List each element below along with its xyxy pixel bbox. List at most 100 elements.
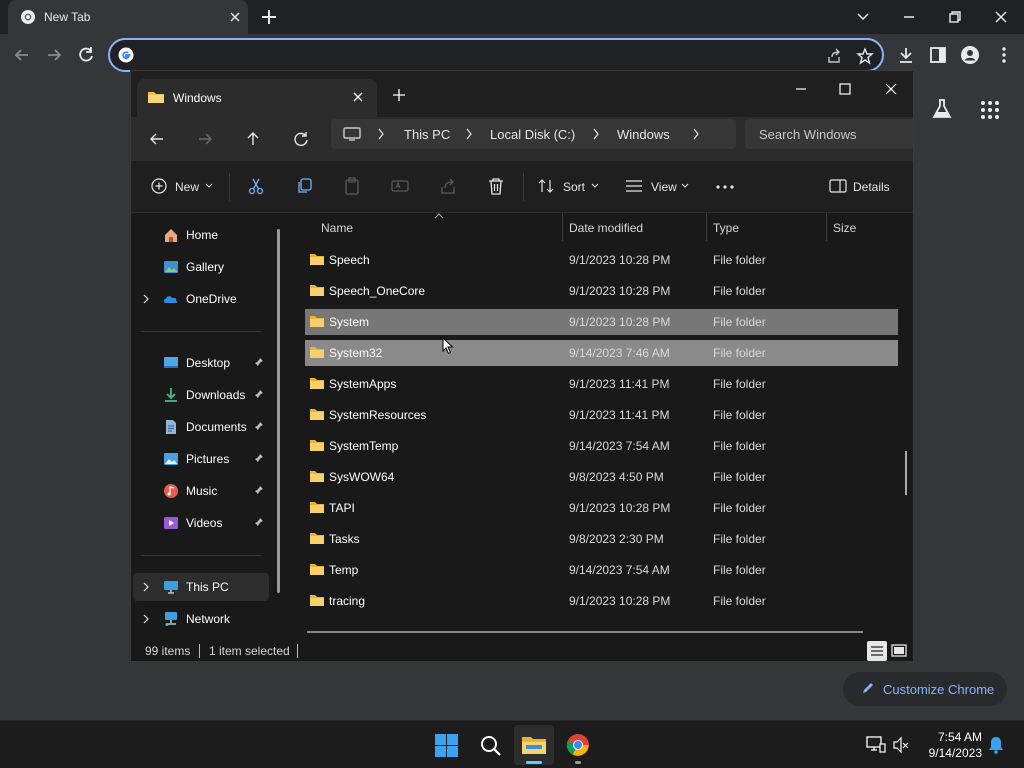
paste-icon[interactable]: [343, 177, 361, 197]
breadcrumb-local-disk[interactable]: Local Disk (C:): [490, 127, 575, 142]
tiles-view-icon[interactable]: [889, 641, 909, 661]
file-row[interactable]: Speech_OneCore 9/1/2023 10:28 PM File fold…: [305, 278, 898, 304]
details-button[interactable]: Details: [829, 177, 899, 197]
file-row[interactable]: SystemApps 9/1/2023 11:41 PM File folder: [305, 371, 898, 397]
download-icon[interactable]: [896, 45, 916, 65]
chevron-right-icon[interactable]: [142, 294, 150, 304]
column-header-name[interactable]: Name: [321, 221, 353, 235]
pin-icon[interactable]: [254, 485, 264, 495]
search-input[interactable]: Search Windows: [745, 119, 913, 149]
address-bar[interactable]: [108, 38, 884, 72]
customize-chrome-button[interactable]: Customize Chrome: [843, 672, 1007, 706]
close-tab-icon[interactable]: [226, 8, 244, 26]
nav-item-music[interactable]: Music: [133, 477, 269, 505]
column-header-size[interactable]: Size: [833, 221, 856, 235]
nav-item-downloads[interactable]: Downloads: [133, 381, 269, 409]
pin-icon[interactable]: [254, 453, 264, 463]
pin-icon[interactable]: [254, 517, 264, 527]
column-divider[interactable]: [562, 213, 563, 241]
nav-item-network[interactable]: Network: [133, 605, 269, 633]
file-row[interactable]: System 9/1/2023 10:28 PM File folder: [305, 309, 898, 335]
chevron-right-icon[interactable]: [592, 128, 600, 140]
close-window-icon[interactable]: [881, 79, 901, 99]
horizontal-scrollbar[interactable]: [307, 631, 863, 633]
new-tab-plus-icon[interactable]: [258, 6, 280, 28]
breadcrumb-windows[interactable]: Windows: [617, 127, 670, 142]
pin-icon[interactable]: [254, 389, 264, 399]
chevron-right-icon[interactable]: [142, 614, 150, 624]
taskbar-file-explorer[interactable]: [514, 725, 554, 765]
bookmark-star-icon[interactable]: [856, 47, 874, 65]
copy-icon[interactable]: [295, 177, 313, 197]
back-arrow-icon[interactable]: [147, 129, 167, 149]
file-row[interactable]: tracing 9/1/2023 10:28 PM File folder: [305, 588, 898, 614]
taskbar-chrome[interactable]: [558, 725, 598, 765]
close-tab-icon[interactable]: [351, 90, 365, 104]
column-header-type[interactable]: Type: [713, 221, 739, 235]
delete-trash-icon[interactable]: [487, 177, 505, 197]
chevron-right-icon[interactable]: [465, 128, 473, 140]
vertical-scrollbar[interactable]: [905, 451, 907, 495]
file-row[interactable]: SystemTemp 9/14/2023 7:54 AM File folder: [305, 433, 898, 459]
file-row[interactable]: Temp 9/14/2023 7:54 AM File folder: [305, 557, 898, 583]
sort-button[interactable]: Sort: [537, 177, 601, 197]
nav-item-this-pc[interactable]: This PC: [133, 573, 269, 601]
chrome-tab-new-tab[interactable]: New Tab: [8, 0, 248, 34]
explorer-tab-windows[interactable]: Windows: [137, 79, 377, 117]
nav-item-onedrive[interactable]: OneDrive: [133, 285, 269, 313]
forward-arrow-icon[interactable]: [44, 45, 64, 65]
share-icon[interactable]: [439, 177, 457, 197]
rename-icon[interactable]: [391, 177, 409, 197]
chevron-right-icon[interactable]: [377, 128, 385, 140]
nav-item-videos[interactable]: Videos: [133, 509, 269, 537]
new-button[interactable]: New: [151, 177, 215, 197]
labs-flask-icon[interactable]: [930, 97, 954, 121]
volume-muted-icon[interactable]: [892, 736, 910, 754]
taskbar-search-button[interactable]: [470, 725, 510, 765]
notification-bell-icon[interactable]: [988, 736, 1004, 754]
google-apps-grid-icon[interactable]: [980, 100, 1000, 120]
nav-item-desktop[interactable]: Desktop: [133, 349, 269, 377]
chevron-down-icon[interactable]: [852, 6, 874, 28]
file-row[interactable]: System32 9/14/2023 7:46 AM File folder: [305, 340, 898, 366]
share-icon[interactable]: [826, 48, 842, 64]
file-row[interactable]: Speech 9/1/2023 10:28 PM File folder: [305, 247, 898, 273]
minimize-icon[interactable]: [791, 79, 811, 99]
column-divider[interactable]: [826, 213, 827, 241]
system-clock[interactable]: 7:54 AM 9/14/2023: [922, 729, 982, 761]
refresh-icon[interactable]: [291, 129, 311, 149]
nav-item-home[interactable]: Home: [133, 221, 269, 249]
pin-icon[interactable]: [254, 421, 264, 431]
column-header-date[interactable]: Date modified: [569, 221, 643, 235]
breadcrumb-this-pc[interactable]: This PC: [404, 127, 450, 142]
column-divider[interactable]: [706, 213, 707, 241]
forward-arrow-icon[interactable]: [195, 129, 215, 149]
close-window-icon[interactable]: [990, 6, 1012, 28]
network-monitor-icon[interactable]: [866, 736, 886, 754]
nav-item-documents[interactable]: Documents: [133, 413, 269, 441]
details-view-icon[interactable]: [867, 641, 887, 661]
cut-scissors-icon[interactable]: [247, 177, 265, 197]
nav-item-pictures[interactable]: Pictures: [133, 445, 269, 473]
profile-avatar-icon[interactable]: [960, 45, 980, 65]
new-tab-plus-icon[interactable]: [391, 87, 407, 103]
reload-icon[interactable]: [76, 45, 96, 65]
side-panel-icon[interactable]: [928, 45, 948, 65]
back-arrow-icon[interactable]: [12, 45, 32, 65]
nav-scrollbar[interactable]: [277, 229, 280, 593]
file-row[interactable]: Tasks 9/8/2023 2:30 PM File folder: [305, 526, 898, 552]
chevron-right-icon[interactable]: [142, 582, 150, 592]
pin-icon[interactable]: [254, 357, 264, 367]
up-arrow-icon[interactable]: [243, 129, 263, 149]
minimize-icon[interactable]: [898, 6, 920, 28]
nav-item-gallery[interactable]: Gallery: [133, 253, 269, 281]
file-row[interactable]: TAPI 9/1/2023 10:28 PM File folder: [305, 495, 898, 521]
chrome-menu-icon[interactable]: [994, 45, 1014, 65]
file-row[interactable]: SystemResources 9/1/2023 11:41 PM File fol…: [305, 402, 898, 428]
chevron-right-icon[interactable]: [692, 128, 700, 140]
maximize-icon[interactable]: [835, 79, 855, 99]
view-button[interactable]: View: [625, 177, 691, 197]
more-options-icon[interactable]: [715, 177, 735, 197]
breadcrumb[interactable]: This PC Local Disk (C:) Windows: [331, 119, 736, 149]
restore-icon[interactable]: [944, 6, 966, 28]
